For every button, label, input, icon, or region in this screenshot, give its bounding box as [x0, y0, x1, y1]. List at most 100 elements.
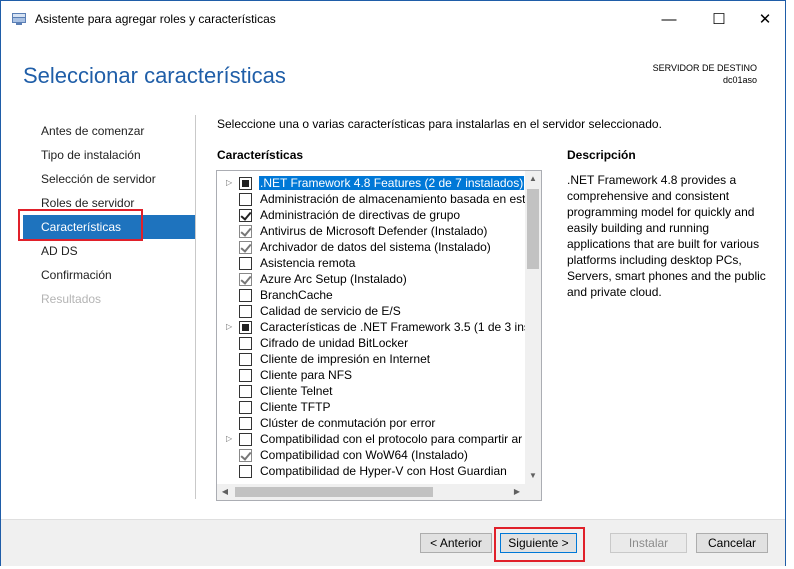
vertical-scrollbar[interactable]: ▲ ▼	[525, 171, 541, 484]
feature-label: Archivador de datos del sistema (Instala…	[260, 240, 491, 254]
description-text: .NET Framework 4.8 provides a comprehens…	[567, 173, 766, 299]
minimize-button[interactable]: —	[647, 1, 691, 37]
feature-row[interactable]: Clúster de conmutación por error	[217, 415, 525, 431]
features-heading: Características	[217, 148, 304, 162]
feature-label: Características de .NET Framework 3.5 (1…	[260, 320, 525, 334]
previous-button[interactable]: < Anterior	[420, 533, 492, 553]
close-icon: ✕	[758, 11, 772, 28]
feature-row[interactable]: ▷ Características de .NET Framework 3.5 (…	[217, 319, 525, 335]
feature-row[interactable]: Compatibilidad con WoW64 (Instalado)	[217, 447, 525, 463]
features-list: ▷ .NET Framework 4.8 Features (2 de 7 ins…	[217, 171, 525, 483]
feature-label: Administración de almacenamiento basada …	[260, 192, 525, 206]
feature-checkbox[interactable]	[239, 321, 252, 334]
feature-row[interactable]: Administración de almacenamiento basada …	[217, 191, 525, 207]
feature-label: Compatibilidad con el protocolo para com…	[260, 432, 523, 446]
nav-step-6[interactable]: Confirmación	[23, 263, 195, 287]
expand-arrow-icon[interactable]: ▷	[226, 322, 234, 332]
feature-checkbox[interactable]	[239, 433, 252, 446]
feature-checkbox	[239, 273, 252, 286]
feature-checkbox[interactable]	[239, 193, 252, 206]
horizontal-scroll-thumb[interactable]	[235, 487, 433, 497]
feature-row[interactable]: Azure Arc Setup (Instalado)	[217, 271, 525, 287]
nav-step-7: Resultados	[41, 292, 102, 306]
feature-checkbox[interactable]	[239, 353, 252, 366]
feature-label: Azure Arc Setup (Instalado)	[260, 272, 407, 286]
feature-row[interactable]: Antivirus de Microsoft Defender (Instala…	[217, 223, 525, 239]
feature-label: Compatibilidad de Hyper-V con Host Guard…	[260, 464, 507, 478]
nav-step-0[interactable]: Antes de comenzar	[23, 119, 195, 143]
highlight-next-button	[494, 527, 585, 562]
feature-row[interactable]: Cliente Telnet	[217, 383, 525, 399]
feature-checkbox[interactable]	[239, 417, 252, 430]
vertical-scroll-thumb[interactable]	[527, 189, 539, 269]
feature-label: Clúster de conmutación por error	[260, 416, 436, 430]
destination-server-label: SERVIDOR DE DESTINO	[652, 63, 757, 73]
feature-label: Cliente de impresión en Internet	[260, 352, 431, 366]
wizard-footer: < Anterior Siguiente > Instalar Cancelar	[1, 519, 785, 566]
feature-label: Antivirus de Microsoft Defender (Instala…	[260, 224, 488, 238]
scroll-down-icon[interactable]: ▼	[525, 468, 541, 484]
maximize-button[interactable]: ☐	[697, 1, 741, 37]
feature-row[interactable]: Cliente de impresión en Internet	[217, 351, 525, 367]
nav-step-1[interactable]: Tipo de instalación	[23, 143, 195, 167]
window-title: Asistente para agregar roles y caracterí…	[35, 12, 276, 26]
page-title: Seleccionar características	[23, 63, 286, 88]
feature-checkbox[interactable]	[239, 177, 252, 190]
feature-checkbox	[239, 449, 252, 462]
highlight-characteristics-step	[18, 209, 143, 241]
description-heading: Descripción	[567, 148, 636, 162]
wizard-window: Asistente para agregar roles y caracterí…	[0, 0, 786, 566]
destination-server-value: dc01aso	[722, 75, 757, 85]
feature-checkbox[interactable]	[239, 465, 252, 478]
wizard-header: Seleccionar características SERVIDOR DE …	[1, 37, 785, 109]
scrollbar-corner	[525, 484, 541, 500]
expand-arrow-icon[interactable]: ▷	[226, 434, 234, 444]
feature-row[interactable]: Compatibilidad de Hyper-V con Host Guard…	[217, 463, 525, 479]
feature-row[interactable]: BranchCache	[217, 287, 525, 303]
feature-checkbox[interactable]	[239, 401, 252, 414]
feature-row[interactable]: Asistencia remota	[217, 255, 525, 271]
scroll-right-icon[interactable]: ▶	[509, 484, 525, 500]
maximize-icon: ☐	[712, 11, 726, 28]
intro-text: Seleccione una o varias características …	[217, 117, 662, 131]
install-button: Instalar	[610, 533, 687, 553]
feature-checkbox[interactable]	[239, 209, 252, 222]
nav-divider	[195, 115, 196, 499]
expand-arrow-icon[interactable]: ▷	[226, 178, 234, 188]
scroll-up-icon[interactable]: ▲	[525, 171, 541, 187]
feature-checkbox[interactable]	[239, 257, 252, 270]
feature-checkbox[interactable]	[239, 369, 252, 382]
title-bar: Asistente para agregar roles y caracterí…	[1, 1, 785, 37]
horizontal-scrollbar[interactable]: ◀ ▶	[217, 484, 525, 500]
feature-label: Cliente para NFS	[260, 368, 353, 382]
feature-label: Compatibilidad con WoW64 (Instalado)	[260, 448, 468, 462]
feature-row[interactable]: Calidad de servicio de E/S	[217, 303, 525, 319]
minimize-icon: —	[661, 10, 677, 28]
feature-checkbox[interactable]	[239, 337, 252, 350]
feature-checkbox[interactable]	[239, 289, 252, 302]
feature-label: Asistencia remota	[260, 256, 356, 270]
feature-row[interactable]: Archivador de datos del sistema (Instala…	[217, 239, 525, 255]
feature-row[interactable]: Administración de directivas de grupo	[217, 207, 525, 223]
server-manager-icon	[12, 13, 26, 25]
feature-label: Cliente TFTP	[260, 400, 331, 414]
feature-row[interactable]: Cifrado de unidad BitLocker	[217, 335, 525, 351]
feature-checkbox	[239, 225, 252, 238]
feature-label: Calidad de servicio de E/S	[260, 304, 401, 318]
feature-row[interactable]: ▷ .NET Framework 4.8 Features (2 de 7 ins…	[217, 175, 525, 191]
feature-label: Cliente Telnet	[260, 384, 333, 398]
cancel-button[interactable]: Cancelar	[696, 533, 768, 553]
close-button[interactable]: ✕	[743, 1, 787, 37]
features-tree[interactable]: ▷ .NET Framework 4.8 Features (2 de 7 ins…	[216, 170, 542, 501]
feature-label: Administración de directivas de grupo	[260, 208, 461, 222]
feature-checkbox[interactable]	[239, 305, 252, 318]
scroll-left-icon[interactable]: ◀	[217, 484, 233, 500]
nav-step-2[interactable]: Selección de servidor	[23, 167, 195, 191]
feature-checkbox[interactable]	[239, 385, 252, 398]
feature-row[interactable]: ▷ Compatibilidad con el protocolo para co…	[217, 431, 525, 447]
feature-label: BranchCache	[260, 288, 333, 302]
feature-checkbox	[239, 241, 252, 254]
feature-row[interactable]: Cliente para NFS	[217, 367, 525, 383]
nav-step-5[interactable]: AD DS	[23, 239, 195, 263]
feature-row[interactable]: Cliente TFTP	[217, 399, 525, 415]
